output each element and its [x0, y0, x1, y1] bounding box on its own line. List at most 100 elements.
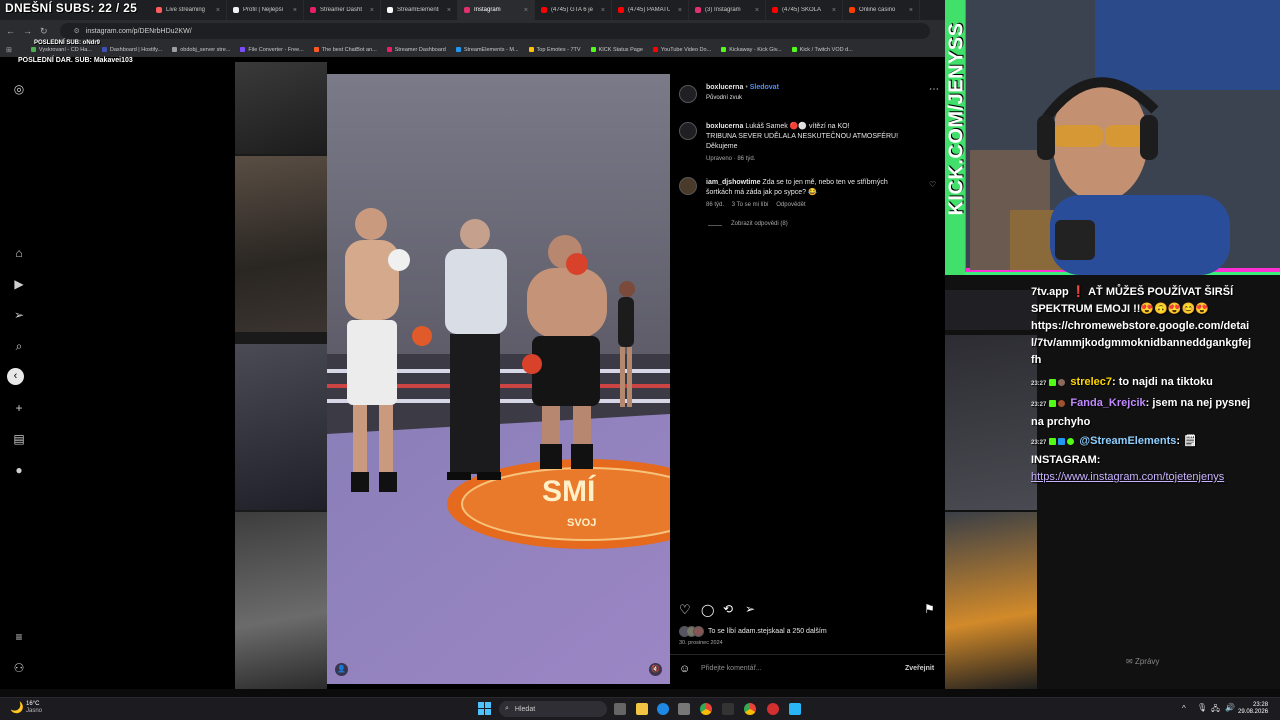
bookmark-item[interactable]: Kick / Twitch VOD d...: [789, 47, 856, 53]
file-explorer-icon[interactable]: [636, 703, 648, 715]
comment-input[interactable]: Přidejte komentář...: [701, 665, 762, 672]
create-icon[interactable]: +: [12, 401, 26, 415]
reply-button[interactable]: Odpovědět: [776, 202, 805, 208]
browser-tab[interactable]: StreamElements ×: [381, 0, 458, 20]
browser-tab[interactable]: (4745) GTA 6 je ×: [535, 0, 612, 20]
task-view-icon[interactable]: [614, 703, 626, 715]
chrome-icon[interactable]: [700, 703, 712, 715]
site-info-icon[interactable]: ⚙: [74, 27, 80, 35]
browser-tab[interactable]: Streamer Dashb ×: [304, 0, 381, 20]
chat-username[interactable]: strelec7: [1070, 376, 1112, 388]
bookmark-item[interactable]: Kickaway - Kick Giv...: [718, 47, 784, 53]
messages-icon[interactable]: ➢: [12, 308, 26, 322]
terminal-icon[interactable]: [722, 703, 734, 715]
emoji-icon[interactable]: ☺: [679, 663, 690, 675]
apps-icon[interactable]: ⊞: [6, 46, 12, 54]
close-tab-icon[interactable]: ×: [678, 7, 682, 14]
chat-link[interactable]: https://www.instagram.com/tojetenjenys: [1031, 471, 1224, 483]
close-tab-icon[interactable]: ×: [447, 7, 451, 14]
bookmark-item[interactable]: Top Emotes - 7TV: [526, 47, 584, 53]
view-replies-button[interactable]: Zobrazit odpovědi (8): [731, 221, 788, 227]
tray-chevron-icon[interactable]: ^: [1182, 704, 1186, 713]
like-icon[interactable]: ♡: [679, 602, 691, 618]
more-options-icon[interactable]: ⋯: [929, 84, 939, 95]
comment-username[interactable]: iam_djshowtime: [706, 179, 760, 186]
profile-icon[interactable]: ●: [12, 463, 26, 477]
post-comment-button[interactable]: Zveřejnit: [905, 665, 934, 672]
close-tab-icon[interactable]: ×: [370, 7, 374, 14]
bookmark-item[interactable]: Streamer Dashboard: [384, 47, 449, 53]
bookmark-item[interactable]: YouTube Video Do...: [650, 47, 714, 53]
edge-icon[interactable]: [657, 703, 669, 715]
likes-summary[interactable]: To se líbí adam.stejskaal a 250 dalším: [708, 628, 827, 635]
browser-tab[interactable]: (3) Instagram ×: [689, 0, 766, 20]
chrome-profile-icon[interactable]: [744, 703, 756, 715]
url-field[interactable]: ⚙ instagram.com/p/DENrbHDu2KW/: [59, 23, 930, 39]
mute-icon[interactable]: 🔇: [649, 663, 662, 676]
close-tab-icon[interactable]: ×: [524, 7, 528, 14]
caption-text: Lukáš Samek 🔴⚪ vítězí na KO!: [745, 123, 850, 130]
browser-tab[interactable]: Live streaming ×: [150, 0, 227, 20]
meta-icon[interactable]: ⚇: [12, 661, 26, 675]
weather-icon[interactable]: 🌙: [10, 701, 24, 714]
browser-tab[interactable]: Instagram ×: [458, 0, 535, 20]
close-tab-icon[interactable]: ×: [755, 7, 759, 14]
browser-tab[interactable]: (4745) ŠKOLA ×: [766, 0, 843, 20]
bookmark-item[interactable]: Dashboard | Hostify...: [99, 47, 165, 53]
back-icon[interactable]: ←: [6, 26, 15, 36]
original-audio-link[interactable]: Původní zvuk: [706, 95, 742, 101]
search-icon[interactable]: ⌕: [12, 339, 26, 353]
browser-tab[interactable]: Online casino ×: [843, 0, 920, 20]
forward-icon[interactable]: →: [23, 26, 32, 36]
account-avatar[interactable]: [679, 85, 697, 103]
chat-link[interactable]: https://chromewebstore.google.com/detail…: [1031, 320, 1251, 366]
browser-tab[interactable]: Profil | Nejlepší ×: [227, 0, 304, 20]
microphone-icon[interactable]: 🎙: [1197, 703, 1207, 712]
dashboard-icon[interactable]: ▤: [12, 432, 26, 446]
post-username[interactable]: boxlucerna: [706, 84, 743, 91]
close-tab-icon[interactable]: ×: [601, 7, 605, 14]
bookmark-item[interactable]: File Converter - Free...: [237, 47, 306, 53]
caption-avatar[interactable]: [679, 122, 697, 140]
weather-widget[interactable]: 16°C Jasno: [26, 701, 42, 715]
instagram-logo-icon[interactable]: ◎: [12, 82, 26, 96]
chat-username[interactable]: Fanda_Krejcik: [1070, 397, 1145, 409]
bookmark-item[interactable]: StreamElements - M...: [453, 47, 522, 53]
bookmark-item[interactable]: obdobj_server stre...: [169, 47, 233, 53]
menu-icon[interactable]: ≡: [12, 630, 26, 644]
store-icon[interactable]: [678, 703, 690, 715]
repost-icon[interactable]: ⟲: [723, 602, 733, 616]
close-tab-icon[interactable]: ×: [216, 7, 220, 14]
comment-like-icon[interactable]: ♡: [929, 180, 936, 189]
home-icon[interactable]: ⌂: [12, 246, 26, 260]
reload-icon[interactable]: ↻: [40, 26, 48, 37]
start-icon[interactable]: [478, 702, 491, 715]
browser-tab[interactable]: (4745) PAMATU ×: [612, 0, 689, 20]
comment-icon[interactable]: ◯: [701, 603, 714, 617]
close-tab-icon[interactable]: ×: [832, 7, 836, 14]
chat-username[interactable]: @StreamElements: [1079, 435, 1176, 447]
share-icon[interactable]: ➢: [745, 602, 755, 616]
network-icon[interactable]: 🖧: [1211, 703, 1220, 717]
post-media[interactable]: SMÍ SVOJ 👤 🔇: [327, 74, 670, 684]
close-tab-icon[interactable]: ×: [909, 7, 913, 14]
comment-meta: 86 týd. 3 To se mi líbí Odpovědět: [706, 202, 806, 208]
save-icon[interactable]: ⚑: [924, 602, 935, 616]
clock[interactable]: 23:28 29.08.2026: [1238, 702, 1268, 716]
bookmark-item[interactable]: KICK Status Page: [588, 47, 646, 53]
notepad-icon[interactable]: [789, 703, 801, 715]
bookmark-item[interactable]: The best ChatBot an...: [311, 47, 380, 53]
caption-username[interactable]: boxlucerna: [706, 123, 743, 130]
obs-icon[interactable]: [767, 703, 779, 715]
tab-favicon-icon: [387, 7, 393, 13]
commenter-avatar[interactable]: [679, 177, 697, 195]
bookmark-item[interactable]: Vyskrovaní - CD Ha...: [28, 47, 95, 53]
volume-icon[interactable]: 🔊: [1225, 703, 1235, 712]
comment-likes-link[interactable]: 3 To se mi líbí: [732, 202, 769, 208]
previous-post-button[interactable]: ‹: [7, 368, 24, 385]
taskbar-search[interactable]: ⌕ Hledat: [499, 701, 607, 717]
follow-button[interactable]: Sledovat: [750, 84, 779, 91]
tagged-users-icon[interactable]: 👤: [335, 663, 348, 676]
reels-icon[interactable]: ▶: [12, 277, 26, 291]
close-tab-icon[interactable]: ×: [293, 7, 297, 14]
